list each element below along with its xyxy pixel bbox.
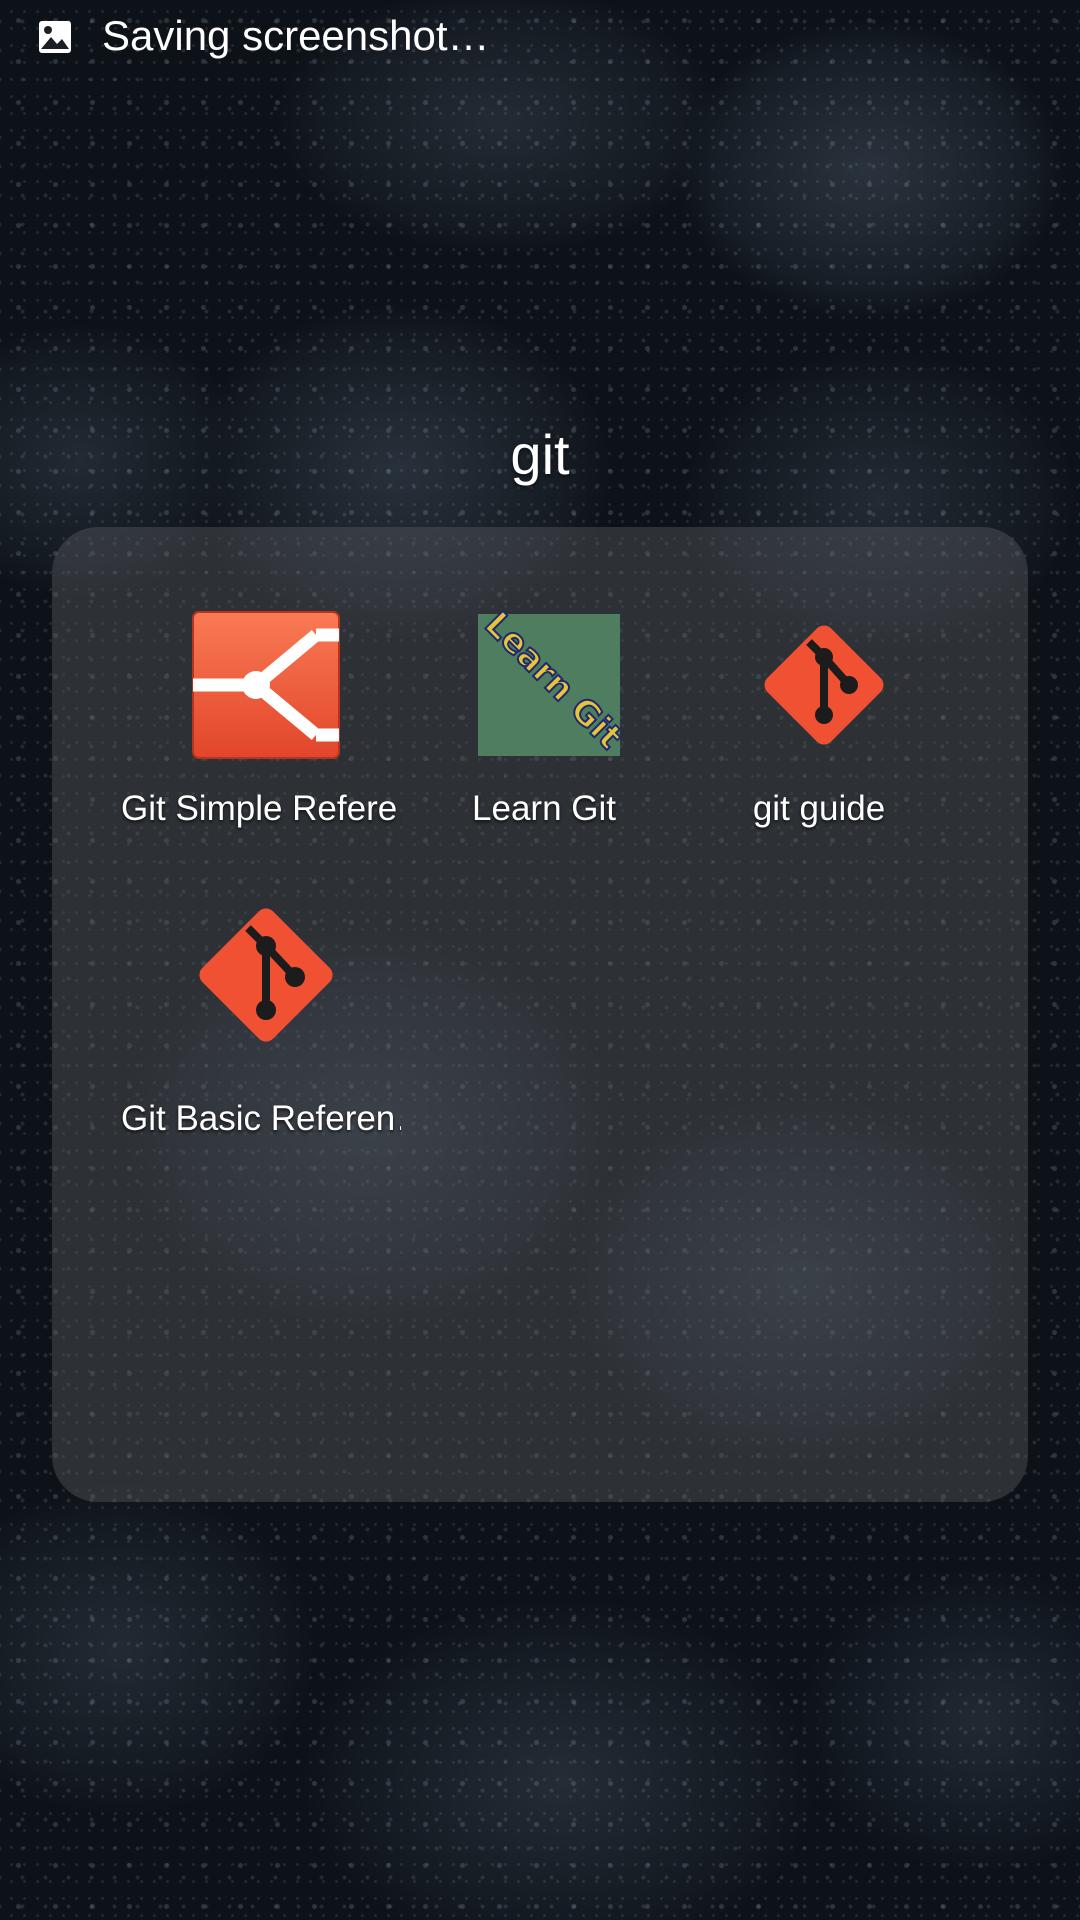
app-label: Git Simple Refere… [121, 789, 401, 828]
app-label: git guide [752, 789, 886, 828]
app-git-simple-reference[interactable]: Git Simple Refere… [121, 610, 401, 850]
app-git-guide[interactable]: git guide [679, 610, 959, 850]
git-logo-icon [199, 908, 333, 1042]
app-label: Learn Git [472, 789, 616, 828]
image-icon [39, 21, 71, 53]
git-logo-icon [764, 625, 884, 745]
git-simple-reference-icon [192, 611, 340, 759]
folder-panel: Git Simple Refere… Learn Git Learn Git g… [52, 527, 1028, 1502]
folder-title[interactable]: git [0, 420, 1080, 490]
app-label: Git Basic Referen… [121, 1099, 401, 1138]
learn-git-icon: Learn Git [476, 610, 624, 758]
app-git-basic-reference[interactable]: Git Basic Referen… [121, 900, 401, 1140]
status-bar: Saving screenshot… [0, 0, 1080, 72]
app-learn-git[interactable]: Learn Git Learn Git [404, 610, 684, 850]
status-text: Saving screenshot… [102, 12, 490, 59]
